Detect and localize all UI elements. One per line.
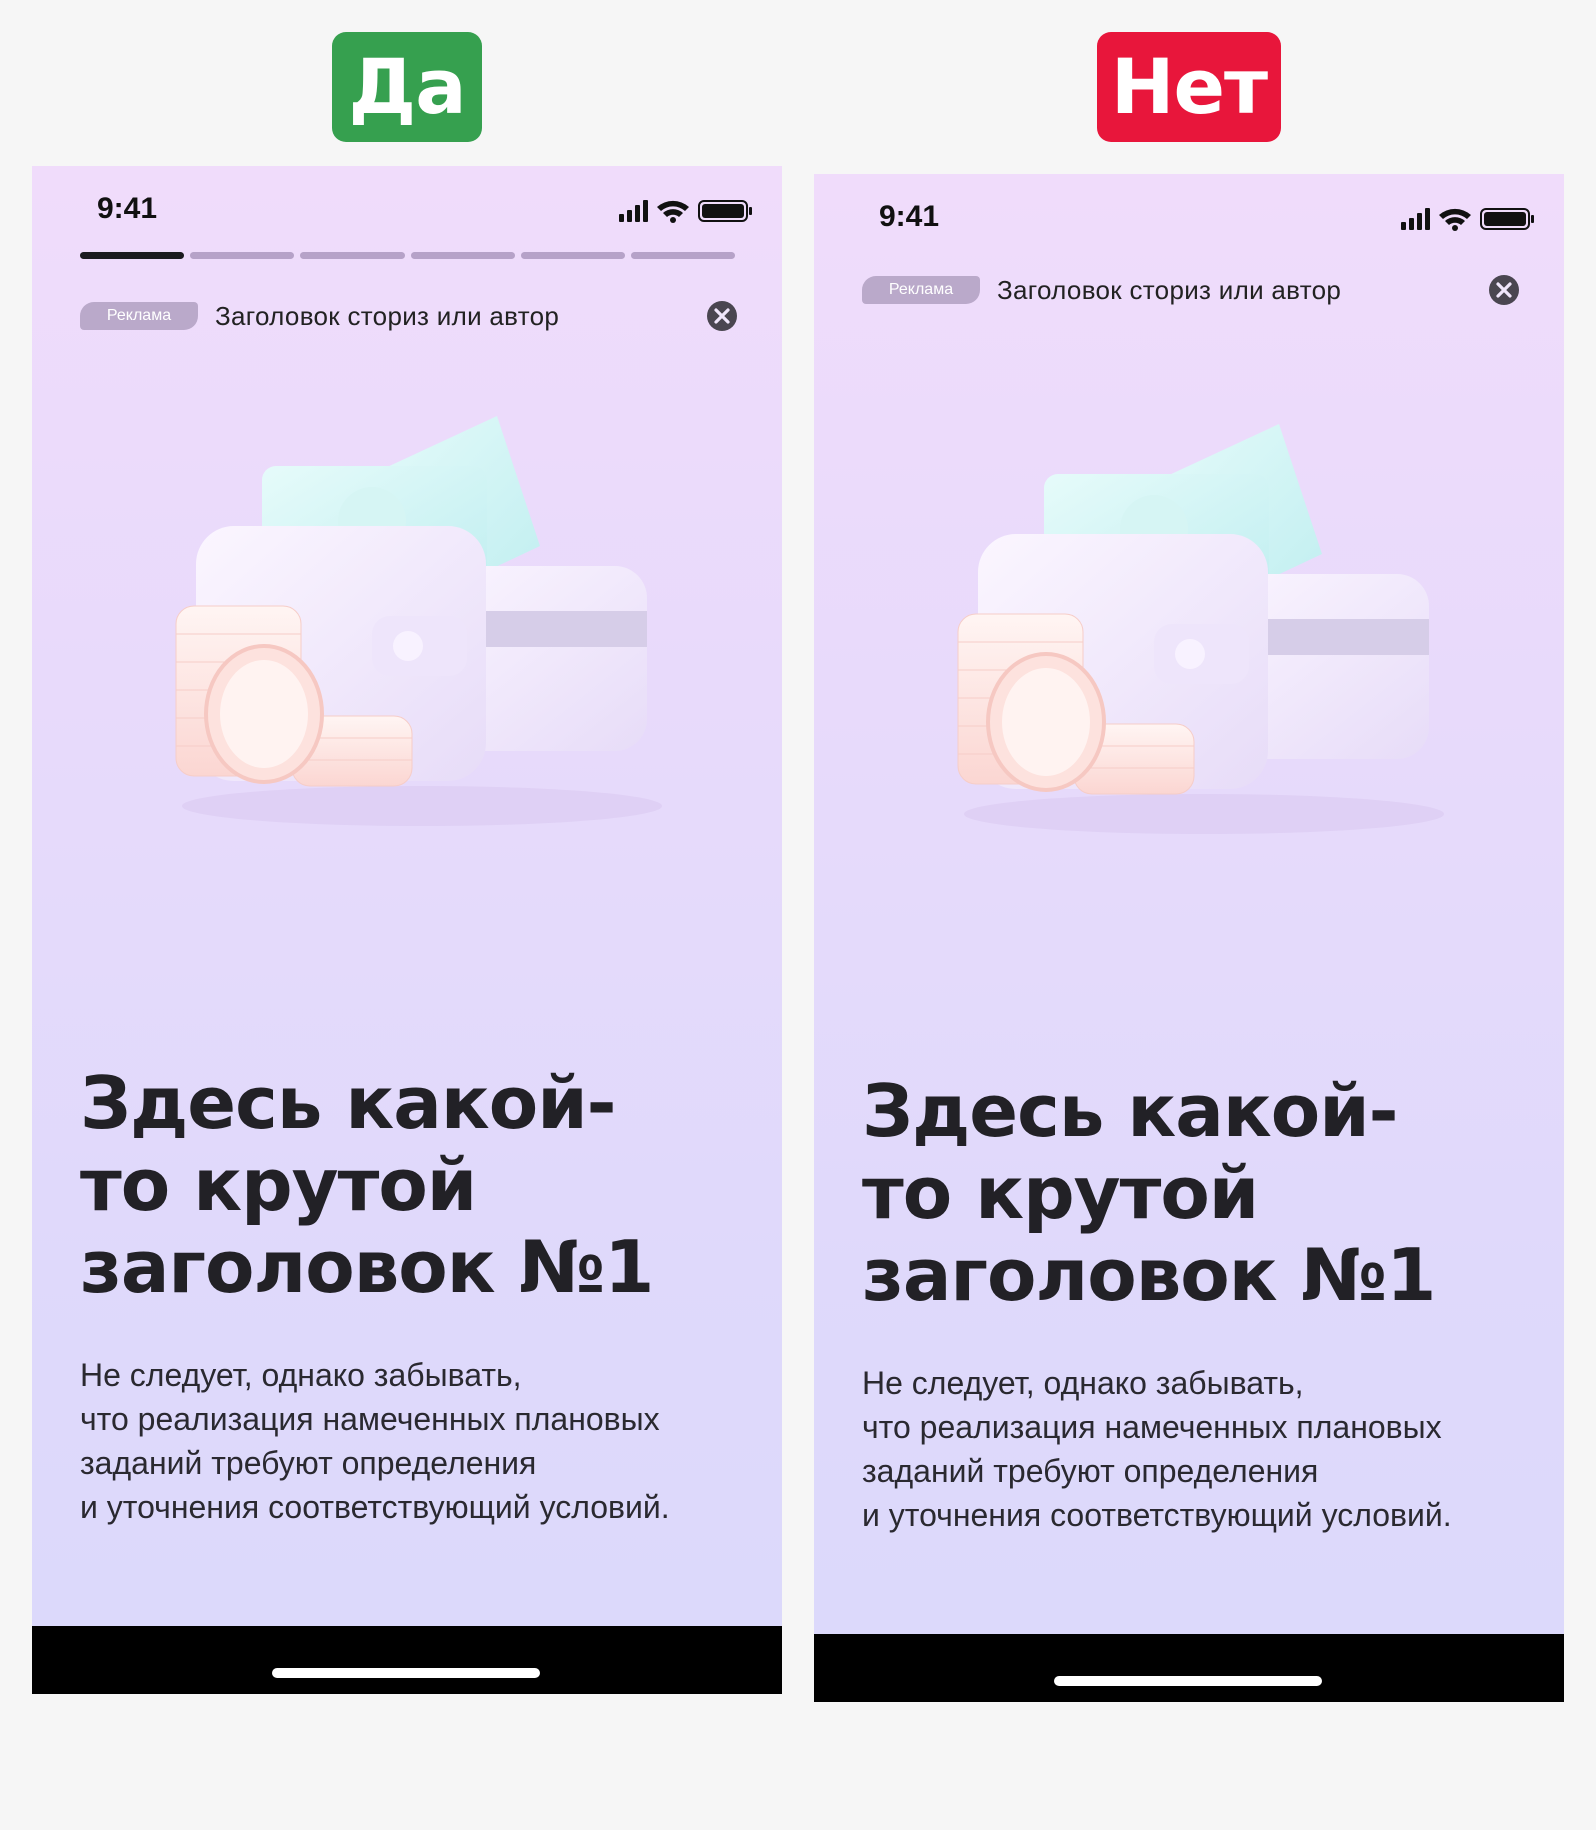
- ad-tag: Реклама: [80, 302, 198, 330]
- no-label: Нет: [1097, 32, 1281, 142]
- status-icons: [1401, 208, 1534, 231]
- story-body-text: Не следует, однако забывать, что реализа…: [80, 1353, 760, 1529]
- story-body-text: Не следует, однако забывать, что реализа…: [862, 1361, 1542, 1537]
- status-time: 9:41: [97, 192, 158, 225]
- story-screen: 9:41 Реклама Заголовок сториз или автор …: [32, 166, 782, 1626]
- story-header: Реклама Заголовок сториз или автор: [80, 296, 740, 336]
- status-time: 9:41: [879, 200, 940, 233]
- wallet-money-coins-icon: [175, 416, 662, 826]
- headline-line: то крутой: [862, 1151, 1259, 1235]
- headline-line: Здесь какой-: [80, 1061, 617, 1145]
- story-header: Реклама Заголовок сториз или автор: [862, 270, 1522, 310]
- close-icon[interactable]: [706, 300, 738, 332]
- wifi-icon: [657, 200, 689, 223]
- headline-line: Здесь какой-: [862, 1069, 1399, 1153]
- progress-segment: [520, 252, 625, 259]
- body-line: заданий требуют определения: [80, 1445, 537, 1481]
- headline-line: заголовок №1: [862, 1233, 1436, 1317]
- wifi-icon: [1439, 208, 1471, 231]
- story-headline: Здесь какой- то крутой заголовок №1: [862, 1070, 1512, 1316]
- yes-label: Да: [332, 32, 482, 142]
- progress-segment: [190, 252, 295, 259]
- body-line: что реализация намеченных плановых: [862, 1409, 1442, 1445]
- home-indicator[interactable]: [1054, 1676, 1322, 1686]
- story-title[interactable]: Заголовок сториз или автор: [997, 270, 1341, 310]
- headline-line: заголовок №1: [80, 1225, 654, 1309]
- phone-example-no: 9:41 Реклама Заголовок сториз или автор: [814, 174, 1564, 1702]
- body-line: и уточнения соответствующий условий.: [80, 1489, 670, 1525]
- home-indicator[interactable]: [272, 1668, 540, 1678]
- headline-line: то крутой: [80, 1143, 477, 1227]
- progress-segment: [300, 252, 405, 259]
- battery-icon: [1480, 208, 1534, 230]
- body-line: что реализация намеченных плановых: [80, 1401, 660, 1437]
- body-line: Не следует, однако забывать,: [80, 1357, 522, 1393]
- story-progress: [80, 252, 736, 259]
- body-line: заданий требуют определения: [862, 1453, 1319, 1489]
- battery-icon: [698, 200, 752, 222]
- progress-segment: [630, 252, 736, 259]
- signal-icon: [1401, 208, 1430, 230]
- wallet-money-coins-icon: [957, 424, 1444, 834]
- close-icon[interactable]: [1488, 274, 1520, 306]
- home-area: [814, 1634, 1564, 1702]
- signal-icon: [619, 200, 648, 222]
- ad-tag: Реклама: [862, 276, 980, 304]
- progress-segment: [410, 252, 515, 259]
- phone-example-yes: 9:41 Реклама Заголовок сториз или автор …: [32, 166, 782, 1694]
- story-headline: Здесь какой- то крутой заголовок №1: [80, 1062, 730, 1308]
- story-title[interactable]: Заголовок сториз или автор: [215, 296, 559, 336]
- home-area: [32, 1626, 782, 1694]
- story-screen: 9:41 Реклама Заголовок сториз или автор: [814, 174, 1564, 1634]
- body-line: и уточнения соответствующий условий.: [862, 1497, 1452, 1533]
- body-line: Не следует, однако забывать,: [862, 1365, 1304, 1401]
- status-icons: [619, 200, 752, 223]
- progress-segment-active: [80, 252, 185, 259]
